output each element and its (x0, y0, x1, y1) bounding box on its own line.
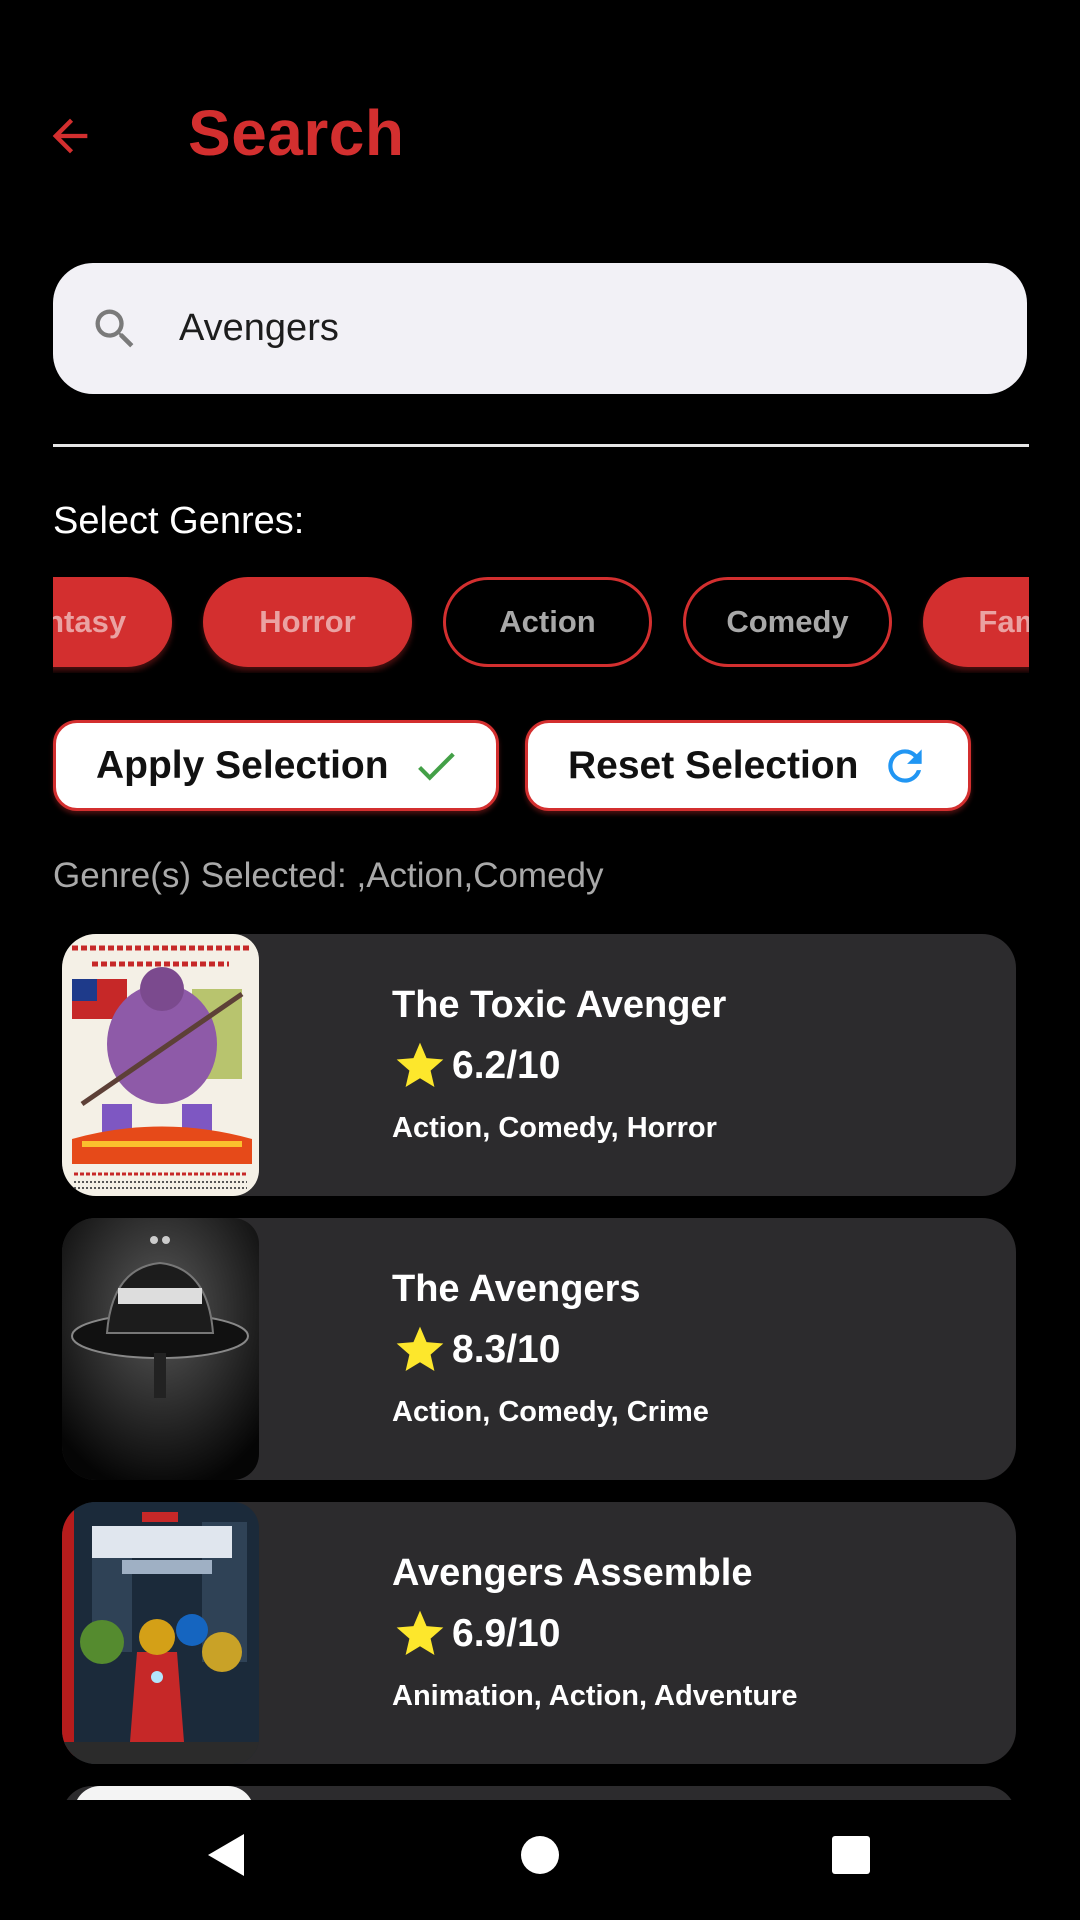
chip-label: Family (978, 604, 1029, 639)
genre-chip-action[interactable]: Action (443, 577, 652, 667)
star-icon (396, 1326, 444, 1371)
back-button[interactable] (44, 108, 104, 164)
genres-label: Select Genres: (53, 500, 305, 542)
reset-selection-button[interactable]: Reset Selection (525, 720, 971, 811)
chip-label: Fantasy (53, 604, 127, 639)
movie-poster (62, 934, 259, 1196)
apply-selection-button[interactable]: Apply Selection (53, 720, 499, 811)
selected-genres-text: Genre(s) Selected: ,Action,Comedy (53, 856, 604, 895)
genre-chip-comedy[interactable]: Comedy (683, 577, 892, 667)
movie-genres: Action, Comedy, Horror (392, 1112, 717, 1144)
star-icon (396, 1042, 444, 1087)
refresh-icon (888, 748, 923, 783)
search-bar[interactable] (53, 263, 1027, 394)
search-input[interactable] (179, 293, 979, 363)
genre-chip-family[interactable]: Family (923, 577, 1029, 667)
checkmark-icon (417, 752, 455, 781)
back-triangle-icon[interactable] (204, 1830, 248, 1880)
genre-chip-horror[interactable]: Horror (203, 577, 412, 667)
movie-title: The Toxic Avenger (392, 984, 727, 1026)
movie-title: The Avengers (392, 1268, 641, 1310)
rating-value: 6.9/10 (452, 1612, 561, 1655)
recents-square-icon[interactable] (830, 1830, 872, 1880)
chip-label: Comedy (726, 604, 849, 639)
movie-card[interactable]: The Toxic Avenger 6.2/10 Action, Comedy,… (62, 934, 1016, 1196)
genre-chip-row[interactable]: Fantasy Horror Action Comedy Family (53, 577, 1029, 673)
chip-label: Horror (259, 604, 356, 639)
genre-chip-fantasy[interactable]: Fantasy (53, 577, 172, 667)
page-title: Search (188, 97, 405, 169)
rating-value: 6.2/10 (452, 1044, 561, 1087)
star-icon (396, 1610, 444, 1655)
system-nav-bar (0, 1800, 1080, 1920)
arrow-left-icon (52, 118, 88, 154)
movie-card[interactable]: Avengers Assemble 6.9/10 Animation, Acti… (62, 1502, 1016, 1764)
reset-selection-label: Reset Selection (568, 743, 859, 787)
movie-card[interactable]: The Avengers 8.3/10 Action, Comedy, Crim… (62, 1218, 1016, 1480)
movie-rating: 8.3/10 (392, 1322, 560, 1378)
movie-genres: Action, Comedy, Crime (392, 1396, 709, 1428)
search-icon (95, 309, 134, 348)
movie-genres: Animation, Action, Adventure (392, 1680, 798, 1712)
apply-selection-label: Apply Selection (96, 743, 389, 787)
movie-rating: 6.2/10 (392, 1038, 560, 1094)
home-circle-icon[interactable] (520, 1830, 560, 1880)
movie-rating: 6.9/10 (392, 1606, 560, 1662)
rating-value: 8.3/10 (452, 1328, 561, 1371)
movie-poster (62, 1502, 259, 1764)
chip-label: Action (499, 604, 596, 639)
movie-poster (62, 1218, 259, 1480)
divider (53, 444, 1029, 447)
movie-title: Avengers Assemble (392, 1552, 753, 1594)
